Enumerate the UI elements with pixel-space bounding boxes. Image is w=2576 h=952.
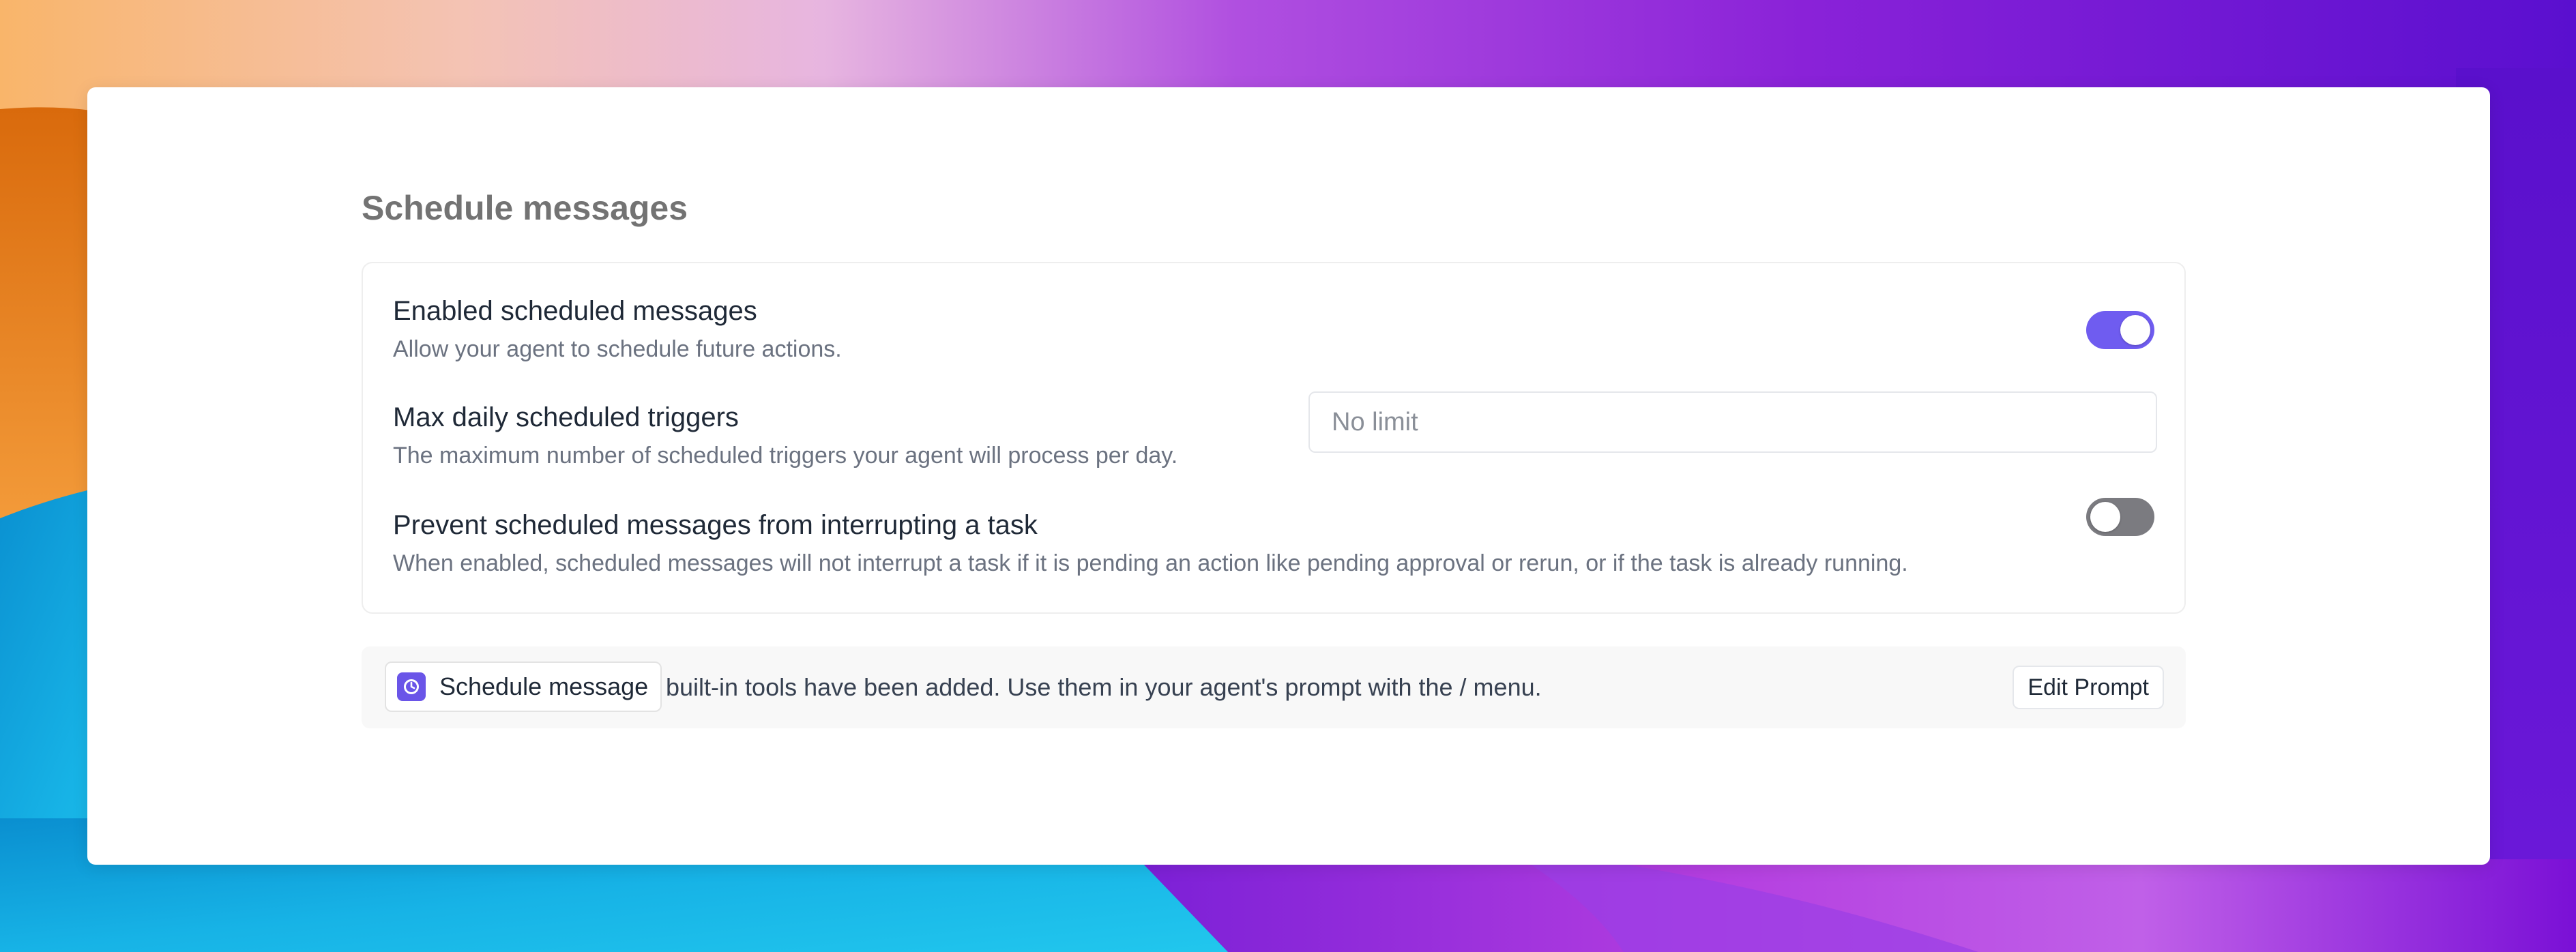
setting-enable-scheduled: Enabled scheduled messages Allow your ag… xyxy=(393,295,2154,364)
enable-scheduled-toggle[interactable] xyxy=(2086,311,2154,349)
schedule-message-tool-chip[interactable]: Schedule message xyxy=(385,661,662,712)
clock-icon xyxy=(397,672,426,701)
section-title: Schedule messages xyxy=(362,189,688,227)
setting-max-daily-triggers: Max daily scheduled triggers The maximum… xyxy=(393,391,2157,471)
schedule-settings-card: Enabled scheduled messages Allow your ag… xyxy=(362,262,2186,614)
tool-chip-label: Schedule message xyxy=(439,672,649,700)
tools-notice-text: built-in tools have been added. Use them… xyxy=(666,673,1542,701)
setting-prevent-interrupt: Prevent scheduled messages from interrup… xyxy=(393,498,2154,578)
setting-description: When enabled, scheduled messages will no… xyxy=(393,550,1908,576)
prevent-interrupt-toggle[interactable] xyxy=(2086,498,2154,536)
setting-description: Allow your agent to schedule future acti… xyxy=(393,336,842,362)
toggle-knob xyxy=(2090,502,2120,532)
settings-panel: Schedule messages Enabled scheduled mess… xyxy=(87,87,2490,865)
max-daily-triggers-input[interactable] xyxy=(1308,391,2157,453)
built-in-tools-notice: Schedule message built-in tools have bee… xyxy=(362,646,2186,728)
setting-label: Prevent scheduled messages from interrup… xyxy=(393,510,1038,540)
edit-prompt-button[interactable]: Edit Prompt xyxy=(2012,666,2164,709)
toggle-knob xyxy=(2120,315,2150,345)
setting-label: Enabled scheduled messages xyxy=(393,296,757,326)
